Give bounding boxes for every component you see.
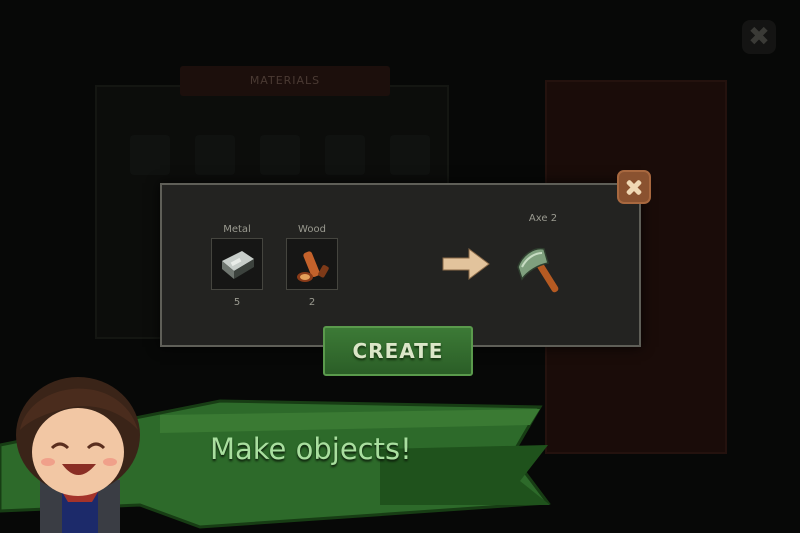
right-arrow-icon (442, 248, 490, 280)
close-button[interactable] (617, 170, 651, 204)
material-label-wood: Wood (298, 224, 326, 235)
create-button[interactable]: CREATE (323, 326, 473, 376)
wood-log-icon (297, 251, 329, 282)
background-slot (195, 135, 235, 175)
background-close-icon: ✖ (742, 20, 776, 54)
guide-character-avatar (16, 377, 140, 533)
material-qty-wood: 2 (308, 297, 316, 308)
material-qty-metal: 5 (233, 297, 241, 308)
background-slot (325, 135, 365, 175)
result-label: Axe 2 (528, 213, 558, 224)
axe-icon[interactable] (512, 237, 578, 303)
material-slot-metal[interactable] (211, 238, 263, 290)
metal-ingot-icon (222, 251, 254, 279)
material-slot-wood[interactable] (286, 238, 338, 290)
tutorial-message: Make objects! (210, 432, 412, 466)
material-label-metal: Metal (223, 224, 251, 235)
background-materials-header: MATERIALS (180, 66, 390, 96)
background-slot (390, 135, 430, 175)
background-slot (130, 135, 170, 175)
background-slot (260, 135, 300, 175)
